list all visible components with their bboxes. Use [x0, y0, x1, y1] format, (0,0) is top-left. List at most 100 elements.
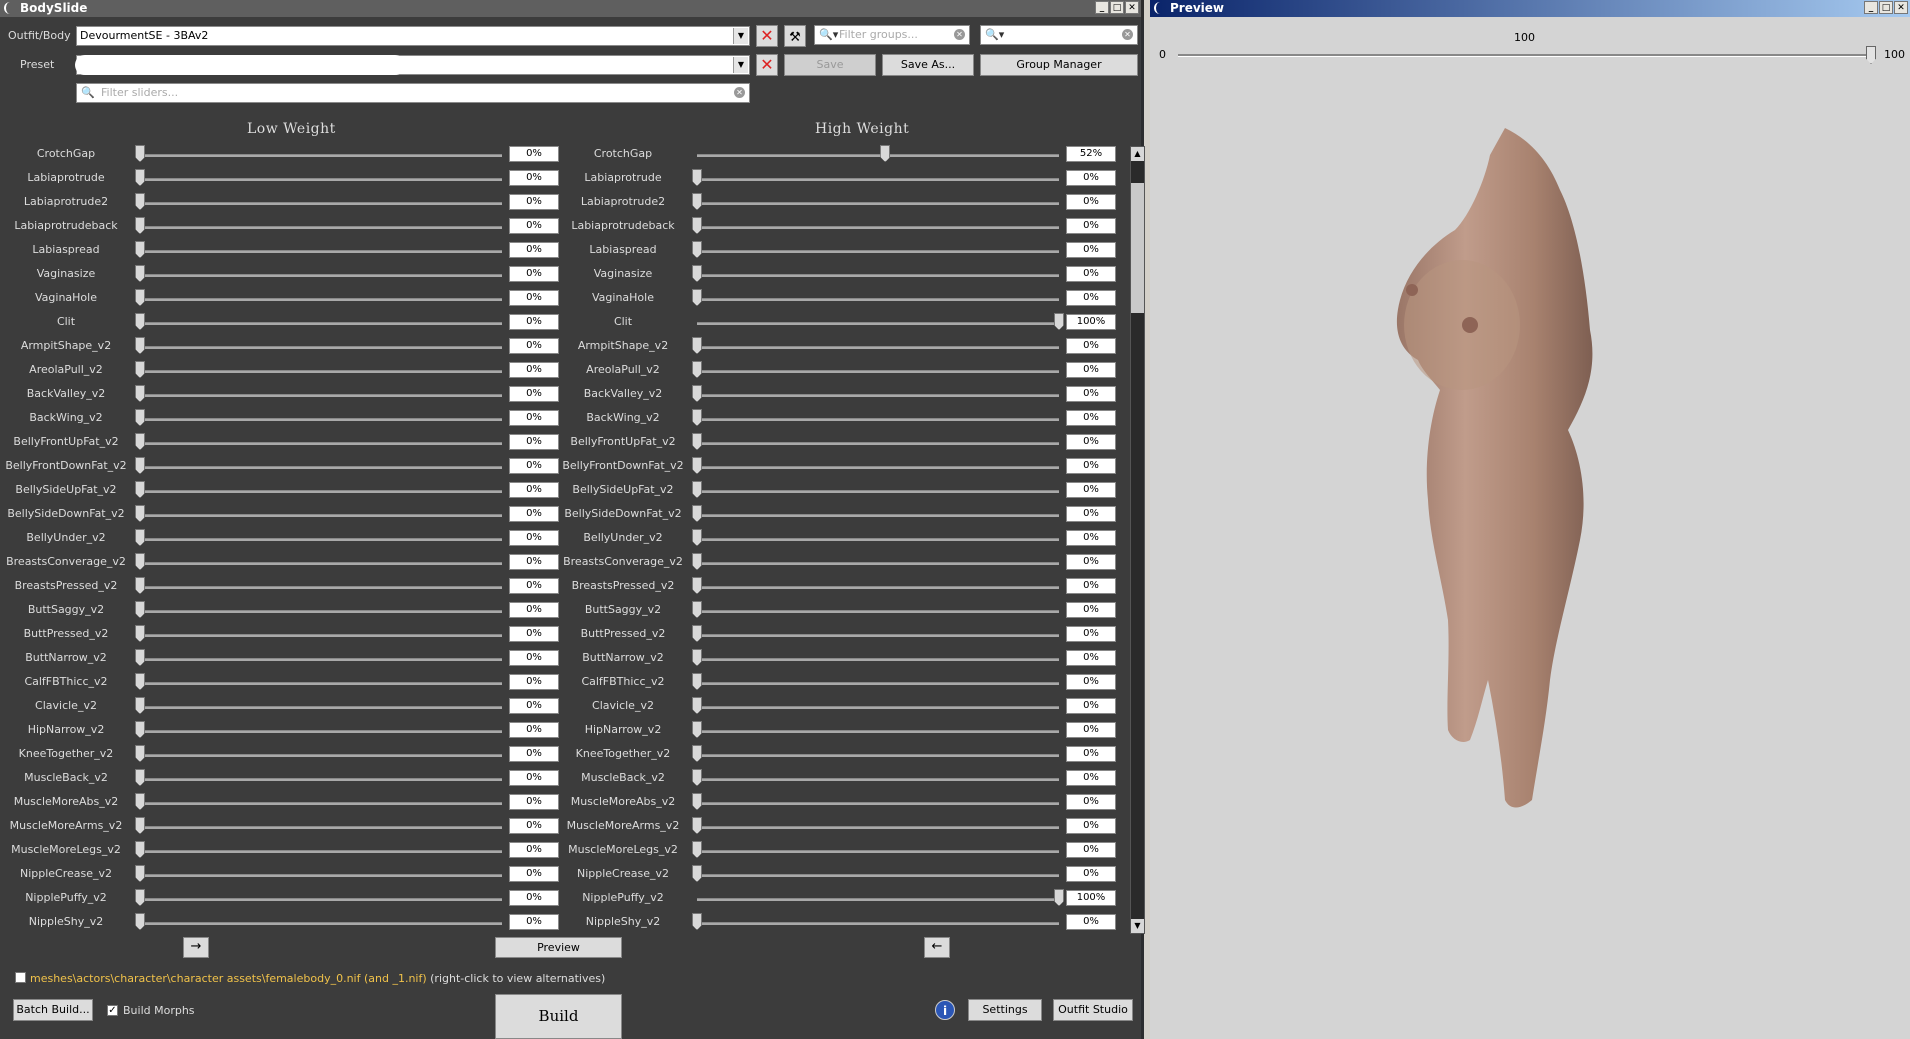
preview-minimize-button[interactable]: _	[1864, 1, 1878, 14]
high-weight-slider[interactable]	[697, 514, 1059, 517]
high-weight-slider[interactable]	[697, 346, 1059, 349]
low-weight-value[interactable]: 0%	[509, 602, 559, 618]
high-weight-slider[interactable]	[697, 706, 1059, 709]
low-weight-slider-thumb[interactable]	[135, 145, 145, 162]
high-weight-slider-thumb[interactable]	[692, 553, 702, 570]
outfit-tool-button[interactable]: ⚒	[784, 25, 806, 47]
low-weight-slider[interactable]	[140, 538, 502, 541]
high-weight-slider[interactable]	[697, 874, 1059, 877]
high-weight-value[interactable]: 0%	[1066, 722, 1116, 738]
copy-high-to-low-button[interactable]: ←	[924, 937, 950, 958]
low-weight-slider[interactable]	[140, 466, 502, 469]
low-weight-slider[interactable]	[140, 418, 502, 421]
high-weight-slider-thumb[interactable]	[692, 721, 702, 738]
low-weight-slider-thumb[interactable]	[135, 793, 145, 810]
high-weight-slider[interactable]	[697, 634, 1059, 637]
low-weight-slider-thumb[interactable]	[135, 361, 145, 378]
high-weight-slider-thumb[interactable]	[692, 241, 702, 258]
high-weight-slider[interactable]	[697, 586, 1059, 589]
maximize-button[interactable]: □	[1110, 1, 1124, 14]
low-weight-value[interactable]: 0%	[509, 290, 559, 306]
high-weight-slider[interactable]	[697, 298, 1059, 301]
high-weight-slider[interactable]	[697, 922, 1059, 925]
low-weight-slider[interactable]	[140, 586, 502, 589]
weight-slider[interactable]	[1178, 54, 1868, 57]
low-weight-slider[interactable]	[140, 298, 502, 301]
low-weight-slider-thumb[interactable]	[135, 601, 145, 618]
high-weight-slider-thumb[interactable]	[692, 433, 702, 450]
low-weight-slider[interactable]	[140, 370, 502, 373]
low-weight-slider[interactable]	[140, 706, 502, 709]
high-weight-slider-thumb[interactable]	[692, 481, 702, 498]
low-weight-slider[interactable]	[140, 514, 502, 517]
chevron-down-icon[interactable]: ▼	[733, 28, 748, 44]
low-weight-slider[interactable]	[140, 682, 502, 685]
high-weight-value[interactable]: 0%	[1066, 386, 1116, 402]
low-weight-slider-thumb[interactable]	[135, 241, 145, 258]
high-weight-slider[interactable]	[697, 826, 1059, 829]
group-manager-button[interactable]: Group Manager	[980, 54, 1138, 76]
output-path-checkbox[interactable]	[15, 972, 26, 983]
low-weight-value[interactable]: 0%	[509, 674, 559, 690]
high-weight-slider-thumb[interactable]	[692, 745, 702, 762]
high-weight-slider[interactable]	[697, 178, 1059, 181]
low-weight-value[interactable]: 0%	[509, 746, 559, 762]
high-weight-value[interactable]: 52%	[1066, 146, 1116, 162]
low-weight-value[interactable]: 0%	[509, 554, 559, 570]
low-weight-slider[interactable]	[140, 874, 502, 877]
low-weight-slider-thumb[interactable]	[135, 697, 145, 714]
high-weight-slider[interactable]	[697, 202, 1059, 205]
high-weight-slider[interactable]	[697, 778, 1059, 781]
low-weight-slider[interactable]	[140, 226, 502, 229]
high-weight-value[interactable]: 0%	[1066, 410, 1116, 426]
high-weight-slider-thumb[interactable]	[692, 193, 702, 210]
low-weight-slider-thumb[interactable]	[135, 889, 145, 906]
low-weight-value[interactable]: 0%	[509, 506, 559, 522]
high-weight-slider-thumb[interactable]	[692, 841, 702, 858]
low-weight-slider-thumb[interactable]	[135, 457, 145, 474]
high-weight-value[interactable]: 0%	[1066, 770, 1116, 786]
high-weight-slider-thumb[interactable]	[692, 649, 702, 666]
high-weight-slider-thumb[interactable]	[692, 601, 702, 618]
scroll-thumb[interactable]	[1131, 183, 1144, 313]
low-weight-value[interactable]: 0%	[509, 794, 559, 810]
low-weight-slider-thumb[interactable]	[135, 913, 145, 930]
high-weight-value[interactable]: 0%	[1066, 554, 1116, 570]
high-weight-slider[interactable]	[697, 658, 1059, 661]
low-weight-slider[interactable]	[140, 826, 502, 829]
high-weight-slider-thumb[interactable]	[692, 289, 702, 306]
preview-close-button[interactable]: ✕	[1894, 1, 1908, 14]
low-weight-slider-thumb[interactable]	[135, 313, 145, 330]
high-weight-slider[interactable]	[697, 442, 1059, 445]
low-weight-slider[interactable]	[140, 202, 502, 205]
high-weight-slider-thumb[interactable]	[692, 265, 702, 282]
copy-low-to-high-button[interactable]: →	[183, 937, 209, 958]
high-weight-value[interactable]: 0%	[1066, 746, 1116, 762]
high-weight-value[interactable]: 0%	[1066, 362, 1116, 378]
chevron-down-icon[interactable]: ▼	[733, 57, 748, 73]
scroll-up-icon[interactable]: ▲	[1131, 147, 1144, 161]
low-weight-slider[interactable]	[140, 442, 502, 445]
high-weight-slider-thumb[interactable]	[692, 409, 702, 426]
low-weight-value[interactable]: 0%	[509, 914, 559, 930]
low-weight-value[interactable]: 0%	[509, 386, 559, 402]
high-weight-slider[interactable]	[697, 154, 1059, 157]
scroll-down-icon[interactable]: ▼	[1131, 919, 1144, 933]
save-button[interactable]: Save	[784, 54, 876, 76]
high-weight-slider[interactable]	[697, 490, 1059, 493]
outfit-studio-button[interactable]: Outfit Studio	[1053, 999, 1133, 1021]
low-weight-slider[interactable]	[140, 610, 502, 613]
preview-maximize-button[interactable]: □	[1879, 1, 1893, 14]
low-weight-slider[interactable]	[140, 250, 502, 253]
low-weight-value[interactable]: 0%	[509, 578, 559, 594]
high-weight-value[interactable]: 0%	[1066, 170, 1116, 186]
low-weight-slider-thumb[interactable]	[135, 385, 145, 402]
low-weight-slider-thumb[interactable]	[135, 217, 145, 234]
low-weight-value[interactable]: 0%	[509, 362, 559, 378]
high-weight-slider[interactable]	[697, 274, 1059, 277]
clear-icon[interactable]: ✕	[954, 29, 965, 40]
high-weight-value[interactable]: 0%	[1066, 194, 1116, 210]
clear-icon[interactable]: ✕	[1122, 29, 1133, 40]
low-weight-slider-thumb[interactable]	[135, 169, 145, 186]
low-weight-value[interactable]: 0%	[509, 482, 559, 498]
